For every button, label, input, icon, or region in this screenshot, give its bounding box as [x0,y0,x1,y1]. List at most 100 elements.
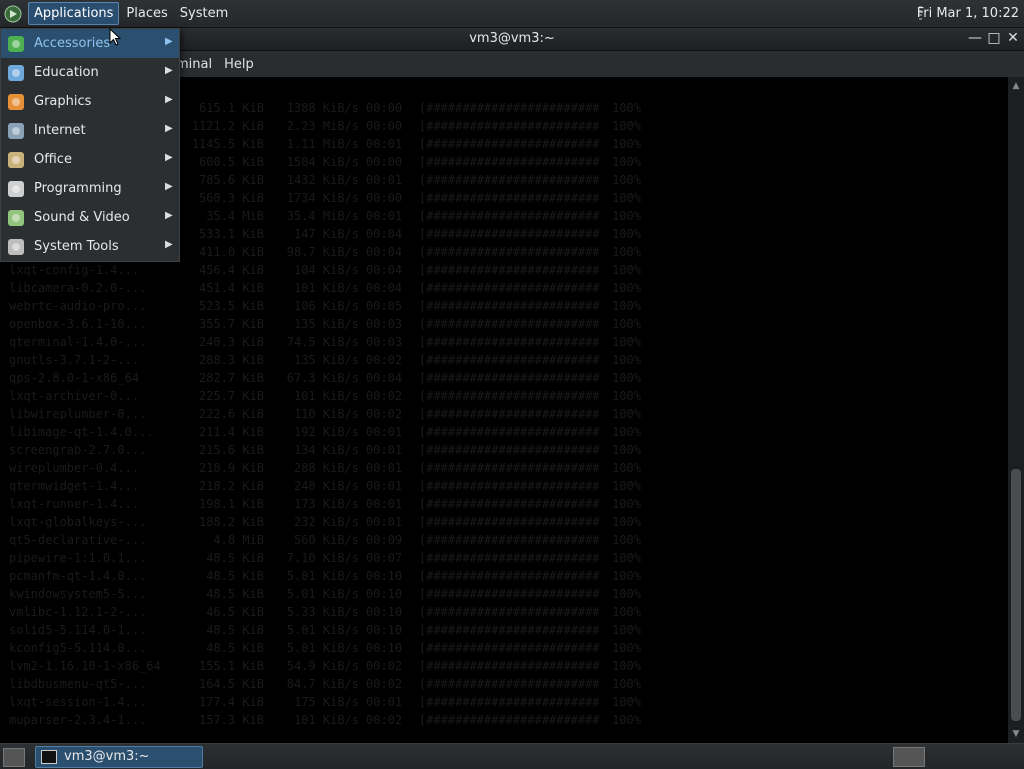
line-pct: 100% [612,623,641,637]
line-time: 00:00 [366,119,403,133]
line-pct: 100% [612,101,641,115]
line-pct: 100% [612,569,641,583]
line-progress-bar: [########################] [419,137,599,151]
show-desktop-icon[interactable] [3,748,25,767]
submenu-arrow-icon: ▶ [165,181,173,192]
scroll-down-arrow-icon[interactable]: ▼ [1008,727,1024,741]
line-name: webrtc-audio-pro... [9,299,147,313]
line-time: 00:10 [366,623,403,637]
line-pct: 100% [612,407,641,421]
submenu-arrow-icon: ▶ [165,239,173,250]
line-time: 00:01 [366,209,403,223]
line-name: gnutls-3.7.1-2-... [9,353,140,367]
line-size: 157.3 KiB [198,713,264,727]
line-name: libimage-qt-1.4.0... [9,425,154,439]
taskbar-window-button[interactable]: vm3@vm3:~ [35,746,203,768]
menu-item-sound-video[interactable]: Sound & Video ▶ [1,203,179,232]
line-pct: 100% [612,677,641,691]
menu-item-graphics[interactable]: Graphics ▶ [1,87,179,116]
line-progress-bar: [########################] [419,461,599,475]
line-pct: 100% [612,173,641,187]
line-speed: 101 KiB/s [293,281,359,295]
line-size: 451.4 KiB [198,281,264,295]
line-size: 48.5 KiB [206,551,264,565]
terminal-scrollbar[interactable]: ▲ ▼ [1008,77,1024,743]
applications-logo-icon[interactable] [4,5,22,23]
workspace-switcher-icon[interactable] [893,747,925,767]
line-time: 00:00 [366,191,403,205]
applications-dropdown: Accessories ▶ Education ▶ Graphics ▶ Internet ▶… [0,28,180,262]
line-name: lxqt-archiver-0... [9,389,140,403]
menu-item-internet[interactable]: Internet ▶ [1,116,179,145]
line-progress-bar: [########################] [419,227,599,241]
minimize-button[interactable]: — [966,30,984,46]
line-progress-bar: [########################] [419,623,599,637]
menu-item-programming[interactable]: Programming ▶ [1,174,179,203]
menu-item-system-tools[interactable]: System Tools ▶ [1,232,179,261]
line-speed: 104 KiB/s [293,263,359,277]
bottom-taskbar: vm3@vm3:~ [0,743,1024,769]
help-menu[interactable]: Help [218,57,260,72]
line-pct: 100% [612,515,641,529]
line-progress-bar: [########################] [419,713,599,727]
line-name: lxqt-config-1.4... [9,263,140,277]
line-size: 48.5 KiB [206,641,264,655]
line-time: 00:01 [366,461,403,475]
line-progress-bar: [########################] [419,551,599,565]
line-time: 00:01 [366,479,403,493]
menu-item-office[interactable]: Office ▶ [1,145,179,174]
line-size: 218.9 KiB [198,461,264,475]
line-progress-bar: [########################] [419,479,599,493]
submenu-arrow-icon: ▶ [165,152,173,163]
menu-item-accessories[interactable]: Accessories ▶ [1,29,179,58]
menu-item-label: System Tools [34,239,119,254]
maximize-button[interactable]: □ [985,30,1003,46]
scroll-thumb[interactable] [1011,469,1021,721]
line-speed: 67.3 KiB/s [286,371,359,385]
clock[interactable]: Fri Mar 1, 10:22 [917,6,1019,21]
top-panel: Applications Places System Fri Mar 1, 10… [0,0,1024,28]
line-size: 198.1 KiB [198,497,264,511]
line-speed: 1734 KiB/s [286,191,359,205]
line-speed: 84.7 KiB/s [286,677,359,691]
line-size: 4.8 MiB [213,533,264,547]
line-speed: 5.33 KiB/s [286,605,359,619]
line-speed: 110 KiB/s [293,407,359,421]
scroll-up-arrow-icon[interactable]: ▲ [1008,79,1024,93]
line-size: 222.6 KiB [198,407,264,421]
taskbar-window-label: vm3@vm3:~ [64,749,150,764]
menu-item-education[interactable]: Education ▶ [1,58,179,87]
line-name: pipewire-1:1.0.1... [9,551,147,565]
line-size: 188.2 KiB [198,515,264,529]
line-speed: 35.4 MiB/s [286,209,359,223]
submenu-arrow-icon: ▶ [165,210,173,221]
system-menu[interactable]: System [175,3,233,24]
line-time: 00:09 [366,533,403,547]
line-time: 00:01 [366,173,403,187]
line-speed: 5.01 KiB/s [286,569,359,583]
line-pct: 100% [612,155,641,169]
line-progress-bar: [########################] [419,569,599,583]
line-time: 00:10 [366,587,403,601]
line-name: libwireplumber-0... [9,407,147,421]
line-name: screengrab-2.7.0... [9,443,147,457]
line-pct: 100% [612,335,641,349]
menu-item-label: Office [34,152,72,167]
menu-item-label: Sound & Video [34,210,130,225]
places-menu[interactable]: Places [121,3,172,24]
line-name: wireplumber-0.4... [9,461,140,475]
line-speed: 288 KiB/s [293,461,359,475]
line-progress-bar: [########################] [419,245,599,259]
line-pct: 100% [612,713,641,727]
line-pct: 100% [612,191,641,205]
line-time: 00:10 [366,641,403,655]
line-size: 48.5 KiB [206,587,264,601]
line-progress-bar: [########################] [419,515,599,529]
close-button[interactable]: ✕ [1004,30,1022,46]
line-progress-bar: [########################] [419,173,599,187]
line-time: 00:10 [366,569,403,583]
applications-menu[interactable]: Applications [28,2,120,25]
line-name: lxqt-session-1.4... [9,695,147,709]
submenu-arrow-icon: ▶ [165,94,173,105]
line-time: 00:01 [366,515,403,529]
